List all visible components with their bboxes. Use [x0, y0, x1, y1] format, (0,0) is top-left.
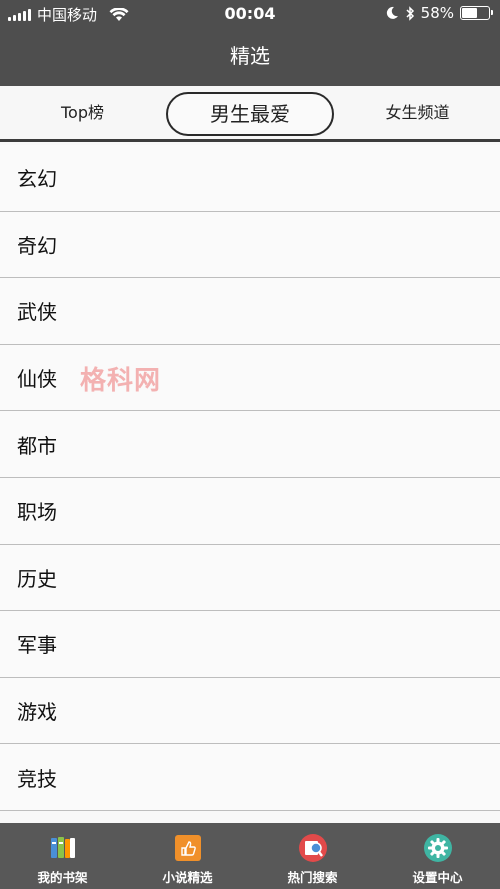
- list-item[interactable]: 竞技: [0, 744, 500, 811]
- tabbar-item-bookshelf[interactable]: 我的书架: [0, 823, 125, 889]
- tab-top-list[interactable]: Top榜: [30, 86, 135, 142]
- moon-icon: [386, 6, 398, 19]
- tabbar-item-hot-search[interactable]: 热门搜索: [250, 823, 375, 889]
- list-item[interactable]: 武侠: [0, 278, 500, 345]
- page-title: 精选: [230, 44, 270, 68]
- status-bar: 中国移动 00:04 58%: [0, 0, 500, 28]
- gear-icon: [423, 833, 453, 863]
- category-list: 玄幻 奇幻 武侠 仙侠 都市 职场 历史 军事 游戏 竞技: [0, 145, 500, 811]
- bottom-tab-bar: 我的书架 小说精选 热门搜索 设置中心: [0, 823, 500, 889]
- list-item-label: 玄幻: [17, 167, 57, 192]
- list-item-label: 历史: [17, 566, 57, 591]
- watermark: 格科网: [80, 366, 162, 396]
- list-item-label: 都市: [17, 433, 57, 458]
- channel-tabs: Top榜 男生最爱 女生频道: [0, 86, 500, 142]
- list-item[interactable]: 都市: [0, 411, 500, 478]
- status-right: 58%: [386, 4, 493, 22]
- battery-icon: [460, 6, 493, 20]
- tabbar-item-settings[interactable]: 设置中心: [375, 823, 500, 889]
- tab-female-channel[interactable]: 女生频道: [360, 86, 475, 142]
- nav-bar: 精选: [0, 28, 500, 86]
- list-item[interactable]: 游戏: [0, 677, 500, 745]
- list-item-label: 职场: [17, 500, 57, 525]
- tabbar-label: 设置中心: [412, 870, 463, 885]
- list-item-label: 军事: [17, 633, 57, 658]
- list-item[interactable]: 玄幻: [0, 145, 500, 212]
- bookshelf-icon: [48, 833, 78, 863]
- list-item[interactable]: 奇幻: [0, 211, 500, 279]
- list-item-label: 奇幻: [17, 233, 57, 258]
- bluetooth-icon: [406, 5, 414, 21]
- thumbs-up-icon: [173, 833, 203, 863]
- list-item[interactable]: 军事: [0, 611, 500, 678]
- battery-percent: 58%: [420, 4, 454, 22]
- list-item-label: 武侠: [17, 300, 57, 325]
- tab-male-favorites[interactable]: 男生最爱: [166, 92, 334, 136]
- list-item-label: 仙侠: [17, 367, 57, 392]
- tabbar-item-featured[interactable]: 小说精选: [125, 823, 250, 889]
- search-icon: [298, 833, 328, 863]
- tabbar-label: 小说精选: [162, 870, 213, 885]
- list-item[interactable]: 仙侠: [0, 344, 500, 412]
- tabbar-label: 热门搜索: [287, 870, 338, 885]
- list-item[interactable]: 职场: [0, 477, 500, 545]
- list-item-label: 竞技: [17, 766, 57, 791]
- tabbar-label: 我的书架: [37, 870, 88, 885]
- list-item-label: 游戏: [17, 700, 57, 725]
- list-item[interactable]: 历史: [0, 544, 500, 612]
